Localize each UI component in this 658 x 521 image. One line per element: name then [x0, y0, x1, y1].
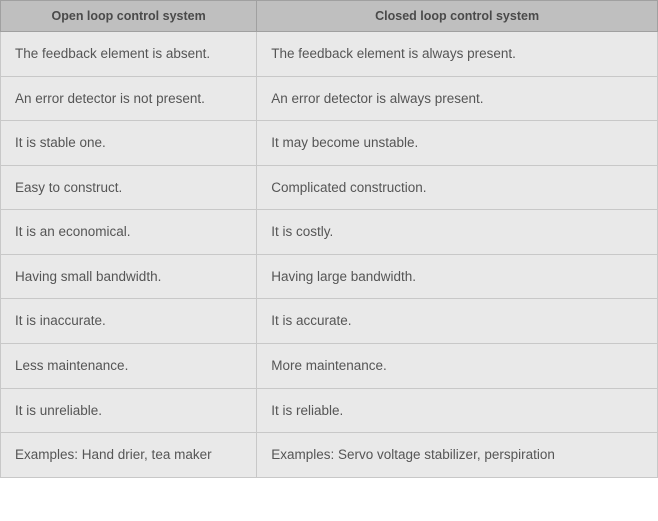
- cell-open-loop: Easy to construct.: [1, 165, 257, 210]
- cell-open-loop: It is unreliable.: [1, 388, 257, 433]
- table-row: An error detector is not present.An erro…: [1, 76, 658, 121]
- table-body: The feedback element is absent.The feedb…: [1, 32, 658, 478]
- cell-closed-loop: More maintenance.: [257, 343, 658, 388]
- cell-open-loop: The feedback element is absent.: [1, 32, 257, 77]
- cell-open-loop: It is inaccurate.: [1, 299, 257, 344]
- cell-open-loop: Less maintenance.: [1, 343, 257, 388]
- table-row: Less maintenance.More maintenance.: [1, 343, 658, 388]
- cell-open-loop: Examples: Hand drier, tea maker: [1, 433, 257, 478]
- column-header-open-loop: Open loop control system: [1, 1, 257, 32]
- cell-open-loop: An error detector is not present.: [1, 76, 257, 121]
- table-row: It is inaccurate.It is accurate.: [1, 299, 658, 344]
- cell-closed-loop: It is costly.: [257, 210, 658, 255]
- cell-closed-loop: Examples: Servo voltage stabilizer, pers…: [257, 433, 658, 478]
- table-row: Easy to construct.Complicated constructi…: [1, 165, 658, 210]
- cell-open-loop: It is stable one.: [1, 121, 257, 166]
- table-row: The feedback element is absent.The feedb…: [1, 32, 658, 77]
- table-row: Having small bandwidth.Having large band…: [1, 254, 658, 299]
- cell-closed-loop: The feedback element is always present.: [257, 32, 658, 77]
- comparison-table-container: Open loop control system Closed loop con…: [0, 0, 658, 478]
- table-row: It is stable one.It may become unstable.: [1, 121, 658, 166]
- cell-closed-loop: Having large bandwidth.: [257, 254, 658, 299]
- table-header-row: Open loop control system Closed loop con…: [1, 1, 658, 32]
- table-row: It is an economical.It is costly.: [1, 210, 658, 255]
- column-header-closed-loop: Closed loop control system: [257, 1, 658, 32]
- cell-closed-loop: It may become unstable.: [257, 121, 658, 166]
- cell-closed-loop: An error detector is always present.: [257, 76, 658, 121]
- comparison-table: Open loop control system Closed loop con…: [0, 0, 658, 478]
- cell-open-loop: Having small bandwidth.: [1, 254, 257, 299]
- cell-closed-loop: It is accurate.: [257, 299, 658, 344]
- table-row: Examples: Hand drier, tea makerExamples:…: [1, 433, 658, 478]
- cell-closed-loop: It is reliable.: [257, 388, 658, 433]
- table-row: It is unreliable.It is reliable.: [1, 388, 658, 433]
- cell-open-loop: It is an economical.: [1, 210, 257, 255]
- cell-closed-loop: Complicated construction.: [257, 165, 658, 210]
